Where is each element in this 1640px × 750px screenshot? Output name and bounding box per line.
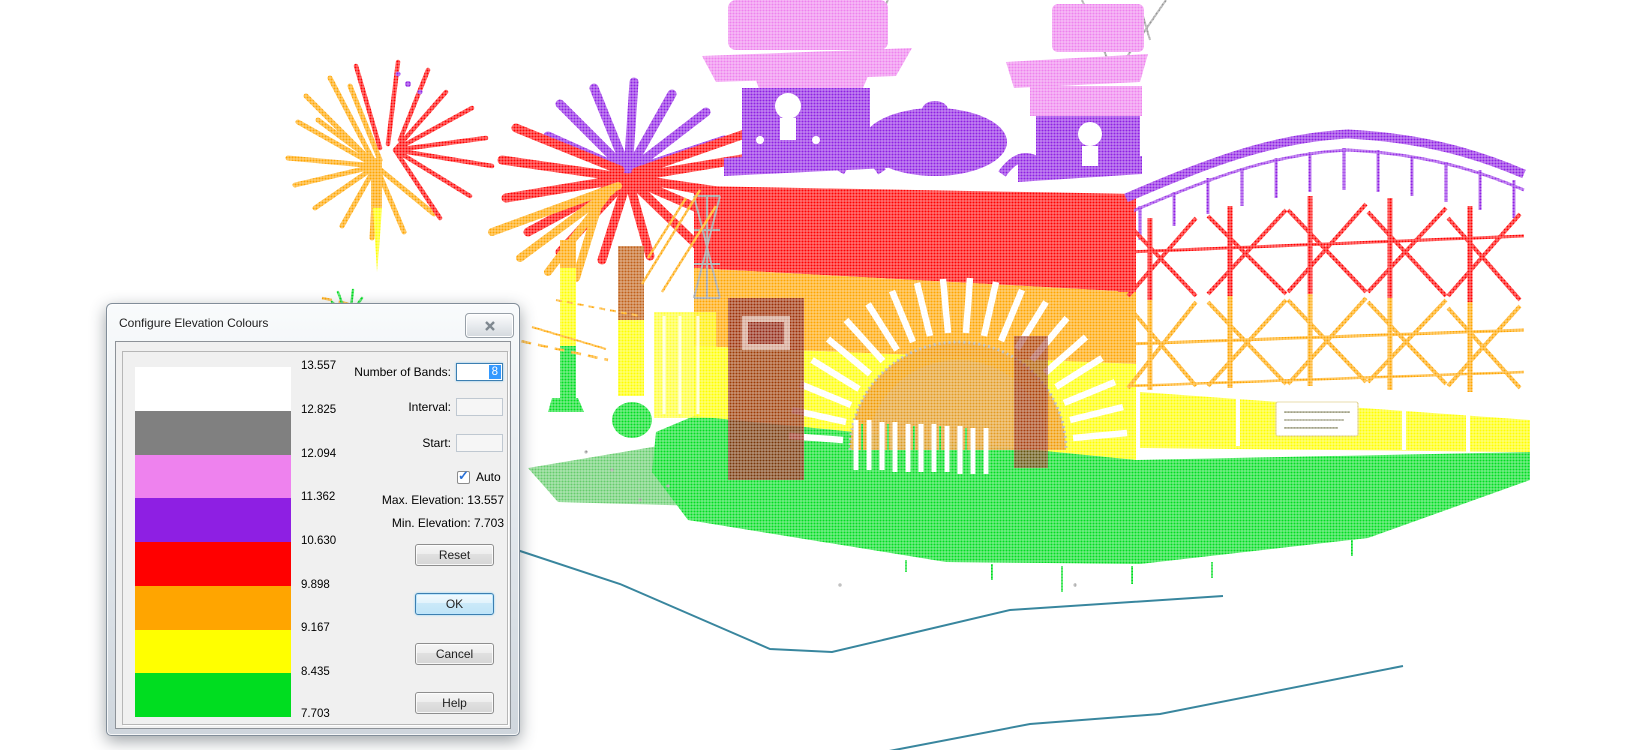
number-of-bands-label: Number of Bands: <box>354 365 451 379</box>
rollercoaster: GREAT SCENIC RAILWAY <box>1118 134 1530 452</box>
elevation-label: 11.362 <box>301 491 335 503</box>
right-pillar <box>1014 336 1048 468</box>
interval-input[interactable] <box>456 398 503 416</box>
close-icon <box>484 321 496 331</box>
start-label: Start: <box>422 436 451 450</box>
breakline-curves <box>505 546 1403 750</box>
band-swatch <box>135 411 291 455</box>
elevation-label: 13.557 <box>301 360 336 372</box>
elevation-label: 9.167 <box>301 622 330 634</box>
close-button[interactable] <box>465 313 514 338</box>
elevation-label: 12.825 <box>301 404 336 416</box>
band-swatch <box>135 673 291 717</box>
check-icon: ✓ <box>458 471 469 481</box>
band-swatch <box>135 542 291 586</box>
min-elevation-readout: Min. Elevation: 7.703 <box>392 516 504 530</box>
number-of-bands-input[interactable]: 8 <box>456 363 503 381</box>
reset-button[interactable]: Reset <box>415 544 494 566</box>
band-swatch <box>135 367 291 411</box>
auto-checkbox[interactable]: ✓ <box>457 471 470 484</box>
small-tree <box>288 62 492 272</box>
band-swatch <box>135 498 291 542</box>
band-swatch <box>135 630 291 674</box>
auto-checkbox-label: Auto <box>476 470 501 484</box>
max-elevation-readout: Max. Elevation: 13.557 <box>382 493 504 507</box>
help-button[interactable]: Help <box>415 692 494 714</box>
dialog-title: Configure Elevation Colours <box>119 316 268 330</box>
cancel-button[interactable]: Cancel <box>415 643 494 665</box>
interval-label: Interval: <box>408 400 451 414</box>
ok-button[interactable]: OK <box>415 593 494 615</box>
elevation-colour-strip <box>135 367 291 717</box>
configure-elevation-colours-dialog: Configure Elevation Colours 13.557 12.82… <box>106 303 520 736</box>
tree-top-dots <box>396 72 423 95</box>
elevation-label: 7.703 <box>301 708 330 720</box>
band-swatch <box>135 586 291 630</box>
elevation-panel: 13.557 12.825 12.094 11.362 10.630 9.898… <box>122 351 508 725</box>
number-of-bands-value: 8 <box>489 365 501 379</box>
start-input[interactable] <box>456 434 503 452</box>
elevation-label: 10.630 <box>301 535 336 547</box>
elevation-label: 9.898 <box>301 579 330 591</box>
dialog-client-area: 13.557 12.825 12.094 11.362 10.630 9.898… <box>115 341 511 729</box>
band-swatch <box>135 455 291 499</box>
elevation-label: 12.094 <box>301 448 336 460</box>
elevation-label: 8.435 <box>301 666 330 678</box>
